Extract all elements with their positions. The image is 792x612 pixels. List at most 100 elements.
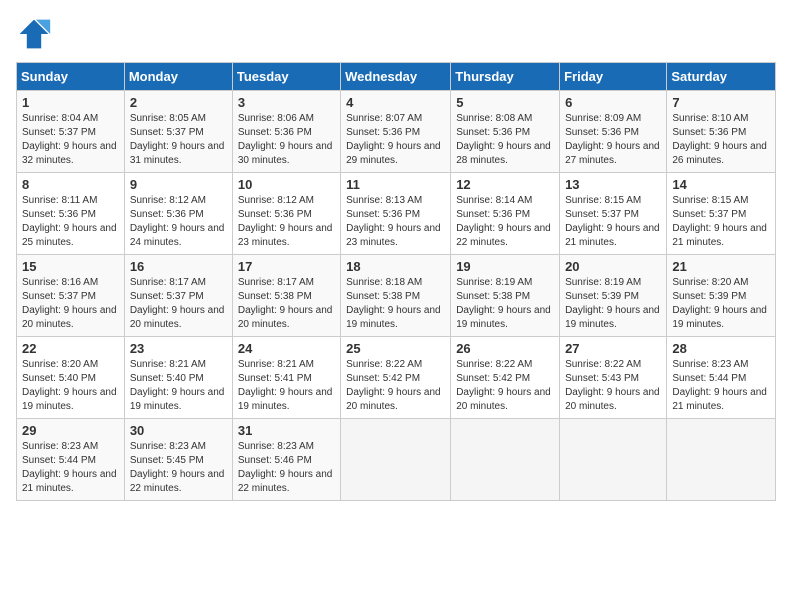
calendar-cell: 30 Sunrise: 8:23 AMSunset: 5:45 PMDayligh… <box>124 419 232 501</box>
cell-content: Sunrise: 8:11 AMSunset: 5:36 PMDaylight:… <box>22 194 119 250</box>
day-number: 6 <box>565 95 661 110</box>
calendar-cell: 16 Sunrise: 8:17 AMSunset: 5:37 PMDayligh… <box>124 255 232 337</box>
calendar-cell: 19Sunrise: 8:19 AMSunset: 5:38 PMDayligh… <box>451 255 560 337</box>
calendar-cell <box>667 419 776 501</box>
calendar-cell: 28 Sunrise: 8:23 AMSunset: 5:44 PMDayligh… <box>667 337 776 419</box>
day-of-week-header: Sunday <box>17 63 125 91</box>
day-number: 28 <box>672 341 770 356</box>
calendar-cell: 21 Sunrise: 8:20 AMSunset: 5:39 PMDayligh… <box>667 255 776 337</box>
day-of-week-header: Tuesday <box>232 63 340 91</box>
cell-content: Sunrise: 8:12 AMSunset: 5:36 PMDaylight:… <box>130 194 227 250</box>
calendar-cell: 8 Sunrise: 8:11 AMSunset: 5:36 PMDaylight… <box>17 173 125 255</box>
cell-content: Sunrise: 8:10 AMSunset: 5:36 PMDaylight:… <box>672 112 770 168</box>
cell-content: Sunrise: 8:15 AMSunset: 5:37 PMDaylight:… <box>565 194 661 250</box>
day-number: 24 <box>238 341 335 356</box>
cell-content: Sunrise: 8:17 AMSunset: 5:37 PMDaylight:… <box>130 276 227 332</box>
cell-content: Sunrise: 8:15 AMSunset: 5:37 PMDaylight:… <box>672 194 770 250</box>
calendar-cell: 29 Sunrise: 8:23 AMSunset: 5:44 PMDayligh… <box>17 419 125 501</box>
day-number: 21 <box>672 259 770 274</box>
cell-content: Sunrise: 8:19 AMSunset: 5:39 PMDaylight:… <box>565 276 661 332</box>
cell-content: Sunrise: 8:07 AMSunset: 5:36 PMDaylight:… <box>346 112 445 168</box>
day-of-week-header: Friday <box>560 63 667 91</box>
day-number: 17 <box>238 259 335 274</box>
calendar-cell <box>341 419 451 501</box>
calendar-cell: 6 Sunrise: 8:09 AMSunset: 5:36 PMDaylight… <box>560 91 667 173</box>
day-number: 30 <box>130 423 227 438</box>
day-of-week-header: Thursday <box>451 63 560 91</box>
calendar-cell: 13 Sunrise: 8:15 AMSunset: 5:37 PMDayligh… <box>560 173 667 255</box>
day-number: 7 <box>672 95 770 110</box>
day-number: 29 <box>22 423 119 438</box>
cell-content: Sunrise: 8:22 AMSunset: 5:43 PMDaylight:… <box>565 358 661 414</box>
calendar-week-row: 15Sunrise: 8:16 AMSunset: 5:37 PMDayligh… <box>17 255 776 337</box>
day-number: 5 <box>456 95 554 110</box>
day-number: 23 <box>130 341 227 356</box>
calendar-cell: 17Sunrise: 8:17 AMSunset: 5:38 PMDayligh… <box>232 255 340 337</box>
cell-content: Sunrise: 8:04 AMSunset: 5:37 PMDaylight:… <box>22 112 119 168</box>
day-number: 10 <box>238 177 335 192</box>
calendar-cell: 31 Sunrise: 8:23 AMSunset: 5:46 PMDayligh… <box>232 419 340 501</box>
calendar-cell: 1 Sunrise: 8:04 AMSunset: 5:37 PMDaylight… <box>17 91 125 173</box>
calendar-cell: 20 Sunrise: 8:19 AMSunset: 5:39 PMDayligh… <box>560 255 667 337</box>
cell-content: Sunrise: 8:23 AMSunset: 5:44 PMDaylight:… <box>22 440 119 496</box>
calendar-cell: 10 Sunrise: 8:12 AMSunset: 5:36 PMDayligh… <box>232 173 340 255</box>
calendar-week-row: 8 Sunrise: 8:11 AMSunset: 5:36 PMDaylight… <box>17 173 776 255</box>
day-number: 2 <box>130 95 227 110</box>
cell-content: Sunrise: 8:20 AMSunset: 5:39 PMDaylight:… <box>672 276 770 332</box>
calendar-cell: 5 Sunrise: 8:08 AMSunset: 5:36 PMDaylight… <box>451 91 560 173</box>
cell-content: Sunrise: 8:18 AMSunset: 5:38 PMDaylight:… <box>346 276 445 332</box>
calendar-cell: 15Sunrise: 8:16 AMSunset: 5:37 PMDayligh… <box>17 255 125 337</box>
cell-content: Sunrise: 8:08 AMSunset: 5:36 PMDaylight:… <box>456 112 554 168</box>
calendar-week-row: 1 Sunrise: 8:04 AMSunset: 5:37 PMDaylight… <box>17 91 776 173</box>
calendar-cell: 23Sunrise: 8:21 AMSunset: 5:40 PMDayligh… <box>124 337 232 419</box>
day-number: 31 <box>238 423 335 438</box>
day-of-week-header: Monday <box>124 63 232 91</box>
calendar-cell: 14 Sunrise: 8:15 AMSunset: 5:37 PMDayligh… <box>667 173 776 255</box>
cell-content: Sunrise: 8:19 AMSunset: 5:38 PMDaylight:… <box>456 276 554 332</box>
day-number: 4 <box>346 95 445 110</box>
day-number: 11 <box>346 177 445 192</box>
calendar-cell: 24Sunrise: 8:21 AMSunset: 5:41 PMDayligh… <box>232 337 340 419</box>
cell-content: Sunrise: 8:23 AMSunset: 5:45 PMDaylight:… <box>130 440 227 496</box>
cell-content: Sunrise: 8:23 AMSunset: 5:46 PMDaylight:… <box>238 440 335 496</box>
cell-content: Sunrise: 8:23 AMSunset: 5:44 PMDaylight:… <box>672 358 770 414</box>
calendar-week-row: 29 Sunrise: 8:23 AMSunset: 5:44 PMDayligh… <box>17 419 776 501</box>
day-number: 14 <box>672 177 770 192</box>
cell-content: Sunrise: 8:12 AMSunset: 5:36 PMDaylight:… <box>238 194 335 250</box>
calendar-cell: 7 Sunrise: 8:10 AMSunset: 5:36 PMDaylight… <box>667 91 776 173</box>
logo-icon <box>16 16 52 52</box>
day-number: 27 <box>565 341 661 356</box>
cell-content: Sunrise: 8:05 AMSunset: 5:37 PMDaylight:… <box>130 112 227 168</box>
calendar-cell: 18Sunrise: 8:18 AMSunset: 5:38 PMDayligh… <box>341 255 451 337</box>
day-number: 25 <box>346 341 445 356</box>
cell-content: Sunrise: 8:22 AMSunset: 5:42 PMDaylight:… <box>346 358 445 414</box>
day-number: 26 <box>456 341 554 356</box>
day-number: 1 <box>22 95 119 110</box>
calendar-header: SundayMondayTuesdayWednesdayThursdayFrid… <box>17 63 776 91</box>
cell-content: Sunrise: 8:20 AMSunset: 5:40 PMDaylight:… <box>22 358 119 414</box>
day-number: 20 <box>565 259 661 274</box>
calendar-cell: 25 Sunrise: 8:22 AMSunset: 5:42 PMDayligh… <box>341 337 451 419</box>
day-number: 8 <box>22 177 119 192</box>
day-number: 22 <box>22 341 119 356</box>
calendar-cell: 26Sunrise: 8:22 AMSunset: 5:42 PMDayligh… <box>451 337 560 419</box>
calendar-cell: 9 Sunrise: 8:12 AMSunset: 5:36 PMDaylight… <box>124 173 232 255</box>
day-of-week-header: Saturday <box>667 63 776 91</box>
day-number: 15 <box>22 259 119 274</box>
day-number: 9 <box>130 177 227 192</box>
page-header <box>16 16 776 52</box>
header-row: SundayMondayTuesdayWednesdayThursdayFrid… <box>17 63 776 91</box>
calendar-cell: 12Sunrise: 8:14 AMSunset: 5:36 PMDayligh… <box>451 173 560 255</box>
day-number: 13 <box>565 177 661 192</box>
cell-content: Sunrise: 8:06 AMSunset: 5:36 PMDaylight:… <box>238 112 335 168</box>
calendar-cell <box>451 419 560 501</box>
cell-content: Sunrise: 8:14 AMSunset: 5:36 PMDaylight:… <box>456 194 554 250</box>
cell-content: Sunrise: 8:13 AMSunset: 5:36 PMDaylight:… <box>346 194 445 250</box>
day-number: 16 <box>130 259 227 274</box>
day-of-week-header: Wednesday <box>341 63 451 91</box>
calendar-body: 1 Sunrise: 8:04 AMSunset: 5:37 PMDaylight… <box>17 91 776 501</box>
cell-content: Sunrise: 8:09 AMSunset: 5:36 PMDaylight:… <box>565 112 661 168</box>
calendar-week-row: 22 Sunrise: 8:20 AMSunset: 5:40 PMDayligh… <box>17 337 776 419</box>
calendar-cell <box>560 419 667 501</box>
calendar-cell: 11 Sunrise: 8:13 AMSunset: 5:36 PMDayligh… <box>341 173 451 255</box>
